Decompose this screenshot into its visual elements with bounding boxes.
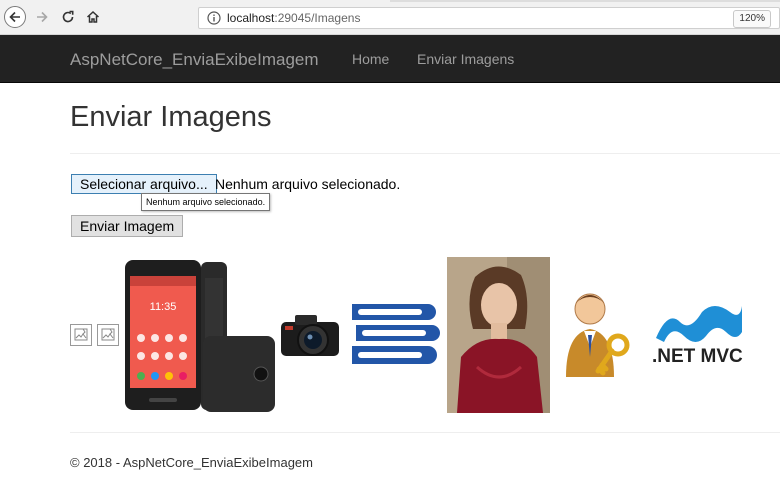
submit-image-button[interactable]: Enviar Imagem [71, 215, 184, 237]
back-button[interactable] [4, 6, 26, 28]
smartphone-image: 11:35 [125, 260, 275, 412]
broken-image-icon [74, 328, 88, 341]
dotnet-logo-text: .NET MVC [652, 346, 743, 367]
arrow-left-icon [9, 11, 20, 23]
forward-button[interactable] [31, 6, 53, 28]
arrow-right-icon [37, 11, 48, 23]
info-icon[interactable] [207, 11, 221, 25]
person-photo [447, 257, 550, 413]
nav-link-enviar-imagens[interactable]: Enviar Imagens [417, 51, 514, 67]
reload-icon [62, 10, 74, 23]
url-host: localhost [227, 11, 275, 25]
tab-strip-line [390, 0, 780, 2]
site-navbar: AspNetCore_EnviaExibeImagem Home Enviar … [0, 35, 780, 83]
url-path: :29045/Imagens [274, 11, 361, 25]
zoom-badge[interactable]: 120% [733, 10, 771, 28]
broken-image-1 [70, 324, 92, 346]
navbar-brand[interactable]: AspNetCore_EnviaExibeImagem [70, 50, 319, 70]
title-divider [70, 153, 780, 154]
home-button[interactable] [82, 6, 104, 28]
dotnet-mvc-logo: .NET MVC [652, 306, 743, 367]
url-text: localhost:29045/Imagens [227, 11, 360, 25]
camera-image [281, 315, 339, 356]
page-title: Enviar Imagens [70, 101, 272, 133]
broken-image-2 [97, 324, 119, 346]
select-file-button[interactable]: Selecionar arquivo... [71, 174, 217, 194]
footer-text: © 2018 - AspNetCore_EnviaExibeImagem [70, 455, 313, 470]
reload-button[interactable] [57, 6, 79, 28]
user-key-icon [566, 293, 630, 377]
svg-text:11:35: 11:35 [150, 301, 177, 313]
file-tooltip: Nenhum arquivo selecionado. [141, 193, 271, 211]
nav-link-home[interactable]: Home [352, 51, 389, 67]
footer-divider [70, 432, 780, 433]
broken-image-icon [101, 328, 115, 341]
file-status-text: Nenhum arquivo selecionado. [215, 176, 401, 192]
home-icon [86, 10, 100, 23]
books-icon [352, 304, 440, 364]
browser-toolbar: localhost:29045/Imagens 120% [0, 0, 780, 35]
address-bar[interactable]: localhost:29045/Imagens 120% [198, 7, 780, 29]
